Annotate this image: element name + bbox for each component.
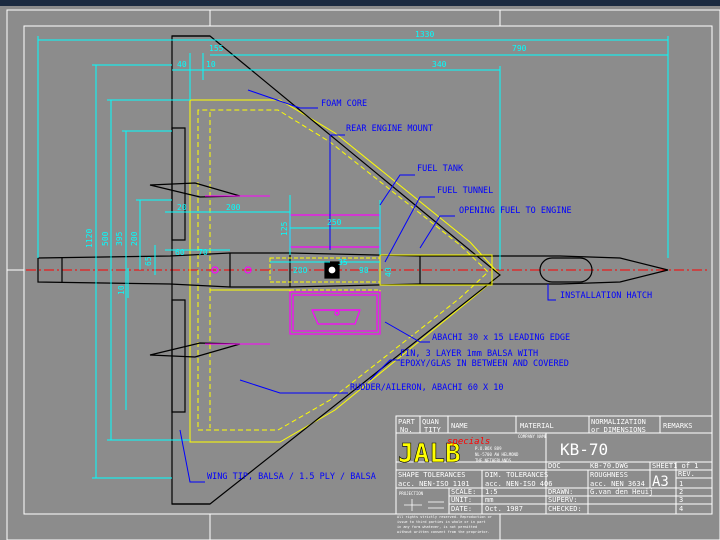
tb-name: NAME — [451, 422, 468, 430]
tb-rev-1: 1 — [679, 480, 683, 488]
dim-395: 395 — [115, 231, 124, 246]
dim-340: 340 — [432, 60, 447, 69]
copyright-line2: issue to third parties in whole or in pa… — [397, 520, 486, 524]
callout-rudder: RUDDER/AILERON, ABACHI 60 X 10 — [350, 383, 504, 393]
dim-1120: 1120 — [85, 229, 94, 248]
tb-rev-label: REV. — [678, 470, 695, 478]
tb-rev-3: 3 — [679, 496, 683, 504]
company-name-label: COMPANY NAME — [518, 434, 547, 439]
tb-date-label: DATE: — [451, 505, 472, 513]
drawing-border-outer — [6, 9, 720, 540]
tb-remarks: REMARKS — [663, 422, 693, 430]
title-block: PART No. QUAN TITY NAME MATERIAL NORMALI… — [395, 415, 713, 534]
callout-opening-fuel: OPENING FUEL TO ENGINE — [459, 206, 572, 216]
tb-roughness-l2: acc. NEN 3634 — [590, 480, 645, 488]
tb-rev-4: 4 — [679, 505, 683, 513]
tb-normalization-l1: NORMALIZATION — [591, 418, 646, 426]
tb-roughness-l1: ROUGHNESS — [590, 471, 628, 479]
tb-material: MATERIAL — [520, 422, 554, 430]
dim-70: 70 — [198, 248, 208, 257]
tb-date-value: Oct. 1987 — [485, 505, 523, 513]
dim-60: 60 — [175, 248, 185, 257]
dim-500: 500 — [101, 231, 110, 246]
tb-drawn-label: DRAWN: — [548, 488, 573, 496]
tb-scale-label: SCALE: — [451, 488, 476, 496]
callout-fuel-tunnel: FUEL TUNNEL — [437, 186, 493, 196]
address-line1: P.O.BOX 889 — [475, 446, 502, 451]
tb-normalization-l2: or DIMENSIONS — [591, 426, 646, 434]
dim-overall-length: 1330 — [415, 30, 434, 39]
tb-quantity-l2: TITY — [424, 426, 442, 434]
callout-leading-edge: ABACHI 30 x 15 LEADING EDGE — [432, 333, 570, 343]
dim-125: 125 — [280, 221, 289, 236]
dim-10: 10 — [206, 60, 216, 69]
tb-scale-value: 1:5 — [485, 488, 498, 496]
tb-drawn-value: G.van den Heuij — [590, 488, 653, 496]
tb-unit-label: UNIT: — [451, 496, 472, 504]
address-line2: NL-5700 AW HELMOND — [475, 452, 519, 457]
dim-200-vertical: 200 — [130, 231, 139, 246]
copyright-line1: All rights strictly reserved. Reproducti… — [397, 515, 492, 519]
callout-rear-engine-mount: REAR ENGINE MOUNT — [346, 124, 433, 134]
tb-paper-size: A3 — [652, 474, 669, 490]
drawing-title: KB-70 — [560, 440, 608, 459]
technical-drawing-canvas[interactable]: 1330 790 155 40 10 340 1120 500 395 200 … — [0, 0, 720, 540]
copyright-line3: in any form whatever, is not permitted — [397, 525, 477, 529]
callout-fuel-tank: FUEL TANK — [417, 164, 464, 174]
copyright-line4: without written consent from the proprie… — [397, 530, 490, 534]
dim-40: 40 — [177, 60, 187, 69]
tb-checked-label: CHECKED: — [548, 505, 582, 513]
callout-wing-tip: WING TIP, BALSA / 1.5 PLY / BALSA — [207, 472, 376, 482]
tb-doc-value: KB-70.DWG — [590, 462, 628, 470]
tb-sheet: SHEET1 of 1 — [652, 462, 698, 470]
tb-shape-tol-l2: acc. NEN-ISO 1101 — [398, 480, 470, 488]
callout-fin-line2: EPOXY/GLAS IN BETWEEN AND COVERED — [400, 359, 569, 369]
dim-250: 250 — [327, 218, 342, 227]
cad-drawing-window: 1330 790 155 40 10 340 1120 500 395 200 … — [0, 0, 720, 540]
dim-155: 155 — [209, 44, 224, 53]
dim-200-horizontal: 200 — [226, 203, 241, 212]
tb-dim-tol-l1: DIM. TOLERANCES — [485, 471, 548, 479]
tb-projection: PROJECTION — [399, 491, 424, 496]
projection-symbol — [404, 499, 444, 511]
dim-40-vertical: 40 — [384, 267, 393, 277]
tb-superv-label: SUPERV: — [548, 496, 578, 504]
tb-part-no-l2: No. — [400, 426, 413, 434]
tb-unit-value: mm — [485, 496, 493, 504]
dim-65: 65 — [144, 256, 153, 266]
dim-35: 35 — [338, 258, 348, 267]
callout-installation-hatch: INSTALLATION HATCH — [560, 291, 652, 301]
dim-20: 20 — [177, 203, 187, 212]
callout-foam-core: FOAM CORE — [321, 99, 367, 109]
tb-quantity-l1: QUAN — [422, 418, 439, 426]
tb-rev-2: 2 — [679, 488, 683, 496]
address-line3: THE NETHERLANDS — [475, 458, 512, 463]
tb-doc-label: DOC — [548, 462, 561, 470]
callout-fin-line1: FIN, 3 LAYER 1mm BALSA WITH — [400, 349, 538, 359]
tb-shape-tol-l1: SHAPE TOLERANCES — [398, 471, 465, 479]
tb-dim-tol-l2: acc. NEN-ISO 406 — [485, 480, 552, 488]
dim-200-tunnel: 200 — [293, 266, 308, 275]
tb-part-no-l1: PART — [398, 418, 416, 426]
rear-engine-mount — [324, 261, 340, 279]
dim-90: 90 — [359, 266, 369, 275]
dim-10-left: 10 — [117, 285, 126, 295]
dim-wing-root: 790 — [512, 44, 527, 53]
